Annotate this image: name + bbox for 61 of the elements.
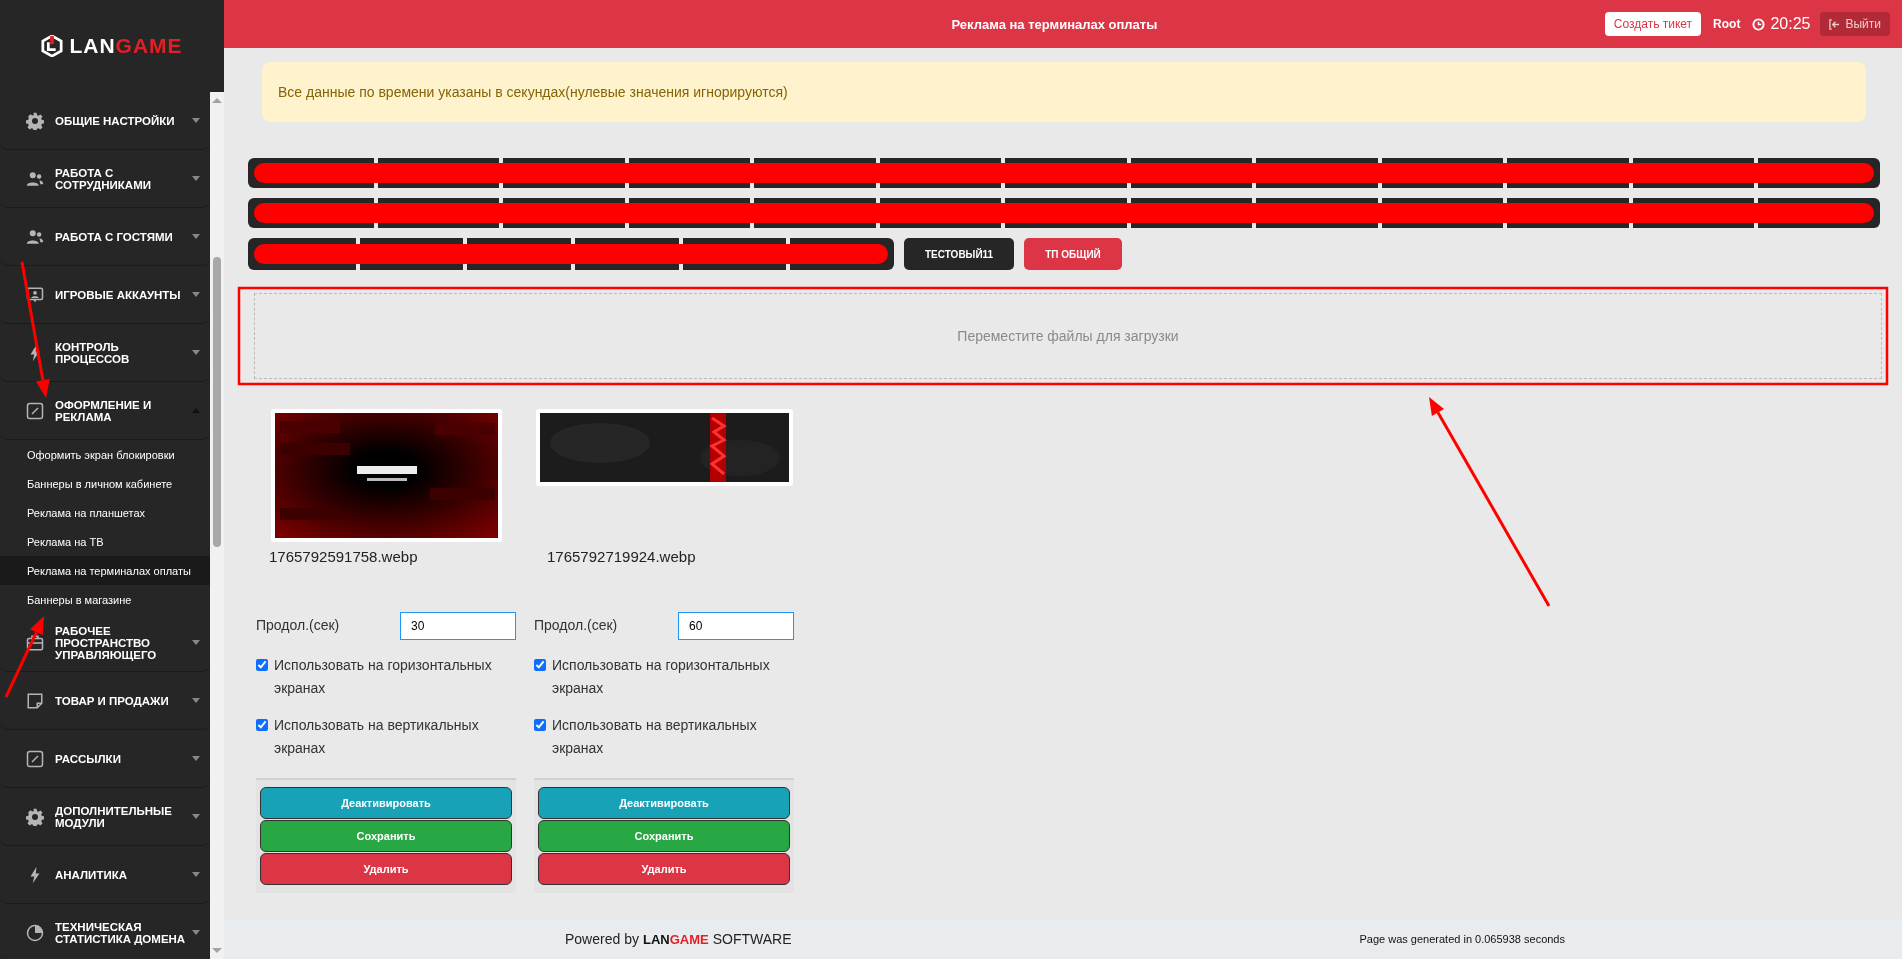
file-name: 1765792591758.webp xyxy=(269,548,419,567)
note-icon xyxy=(26,691,44,710)
gear-icon xyxy=(26,111,44,130)
user-name: Root xyxy=(1713,17,1741,31)
caret-down-icon xyxy=(192,872,200,877)
submenu-item[interactable]: Реклама на терминалах оплаты xyxy=(0,556,210,585)
logo-text: LANGAME xyxy=(69,34,183,58)
checkbox-label: Использовать на вертикальных экранах xyxy=(274,716,480,758)
users-icon xyxy=(26,227,44,246)
briefcase-icon xyxy=(26,633,44,652)
caret-down-icon xyxy=(192,698,200,703)
submenu-item[interactable]: Баннеры в магазине xyxy=(0,585,210,614)
caret-down-icon xyxy=(192,292,200,297)
sign-out-icon xyxy=(1829,18,1841,30)
checkbox[interactable] xyxy=(256,719,268,731)
tab[interactable]: ТП ОБЩИЙ xyxy=(1024,238,1122,270)
clock-icon xyxy=(1752,17,1766,31)
submenu-item[interactable]: Оформить экран блокировки xyxy=(0,440,210,469)
submenu-item[interactable]: Реклама на ТВ xyxy=(0,527,210,556)
logout-button[interactable]: Выйти xyxy=(1820,12,1890,36)
software-text: SOFTWARE xyxy=(712,931,792,947)
gear-icon xyxy=(26,807,44,826)
caret-down-icon xyxy=(192,118,200,123)
caret-down-icon xyxy=(192,176,200,181)
info-alert: Все данные по времени указаны в секундах(нулевые значения игнорируются) xyxy=(262,62,1866,122)
checkbox-label: Использовать на горизонтальных экранах xyxy=(274,656,493,698)
duration-label: Продол.(сек) xyxy=(534,616,618,633)
create-ticket-button[interactable]: Создать тикет xyxy=(1604,12,1702,36)
caret-down-icon xyxy=(192,930,200,935)
submenu-item[interactable]: Баннеры в личном кабинете xyxy=(0,469,210,498)
file-name: 1765792719924.webp xyxy=(547,548,697,567)
checkbox[interactable] xyxy=(534,719,546,731)
caret-down-icon xyxy=(192,350,200,355)
lightning-icon xyxy=(28,865,42,884)
page-title: Реклама на терминалах оплаты xyxy=(950,16,1159,32)
caret-down-icon xyxy=(192,234,200,239)
caret-down-icon xyxy=(192,814,200,819)
scrollbar[interactable] xyxy=(210,92,224,959)
footer-logo: LANGAME xyxy=(642,931,709,947)
checkbox-label: Использовать на вертикальных экранах xyxy=(552,716,758,758)
powered-by-text: Powered by xyxy=(565,931,639,947)
monitor-person-icon xyxy=(26,285,44,304)
users-icon xyxy=(26,169,44,188)
generation-time: Page was generated in 0.065938 seconds xyxy=(1359,933,1565,945)
edit-square-icon xyxy=(26,401,44,420)
delete-button[interactable]: Удалить xyxy=(538,853,790,885)
caret-down-icon xyxy=(192,756,200,761)
checkbox-label: Использовать на горизонтальных экранах xyxy=(552,656,771,698)
pie-chart-icon xyxy=(26,923,44,942)
delete-button[interactable]: Удалить xyxy=(260,853,512,885)
clock-time: 20:25 xyxy=(1770,15,1811,33)
edit-square-icon xyxy=(26,749,44,768)
submenu-item[interactable]: Реклама на планшетах xyxy=(0,498,210,527)
checkbox[interactable] xyxy=(256,659,268,671)
duration-label: Продол.(сек) xyxy=(256,616,340,633)
caret-down-icon xyxy=(192,640,200,645)
duration-field[interactable]: 60 xyxy=(678,612,794,640)
logo-icon xyxy=(41,35,64,57)
duration-field[interactable]: 30 xyxy=(400,612,516,640)
checkbox[interactable] xyxy=(534,659,546,671)
tab[interactable]: ТЕСТОВЫЙ11 xyxy=(904,238,1015,270)
